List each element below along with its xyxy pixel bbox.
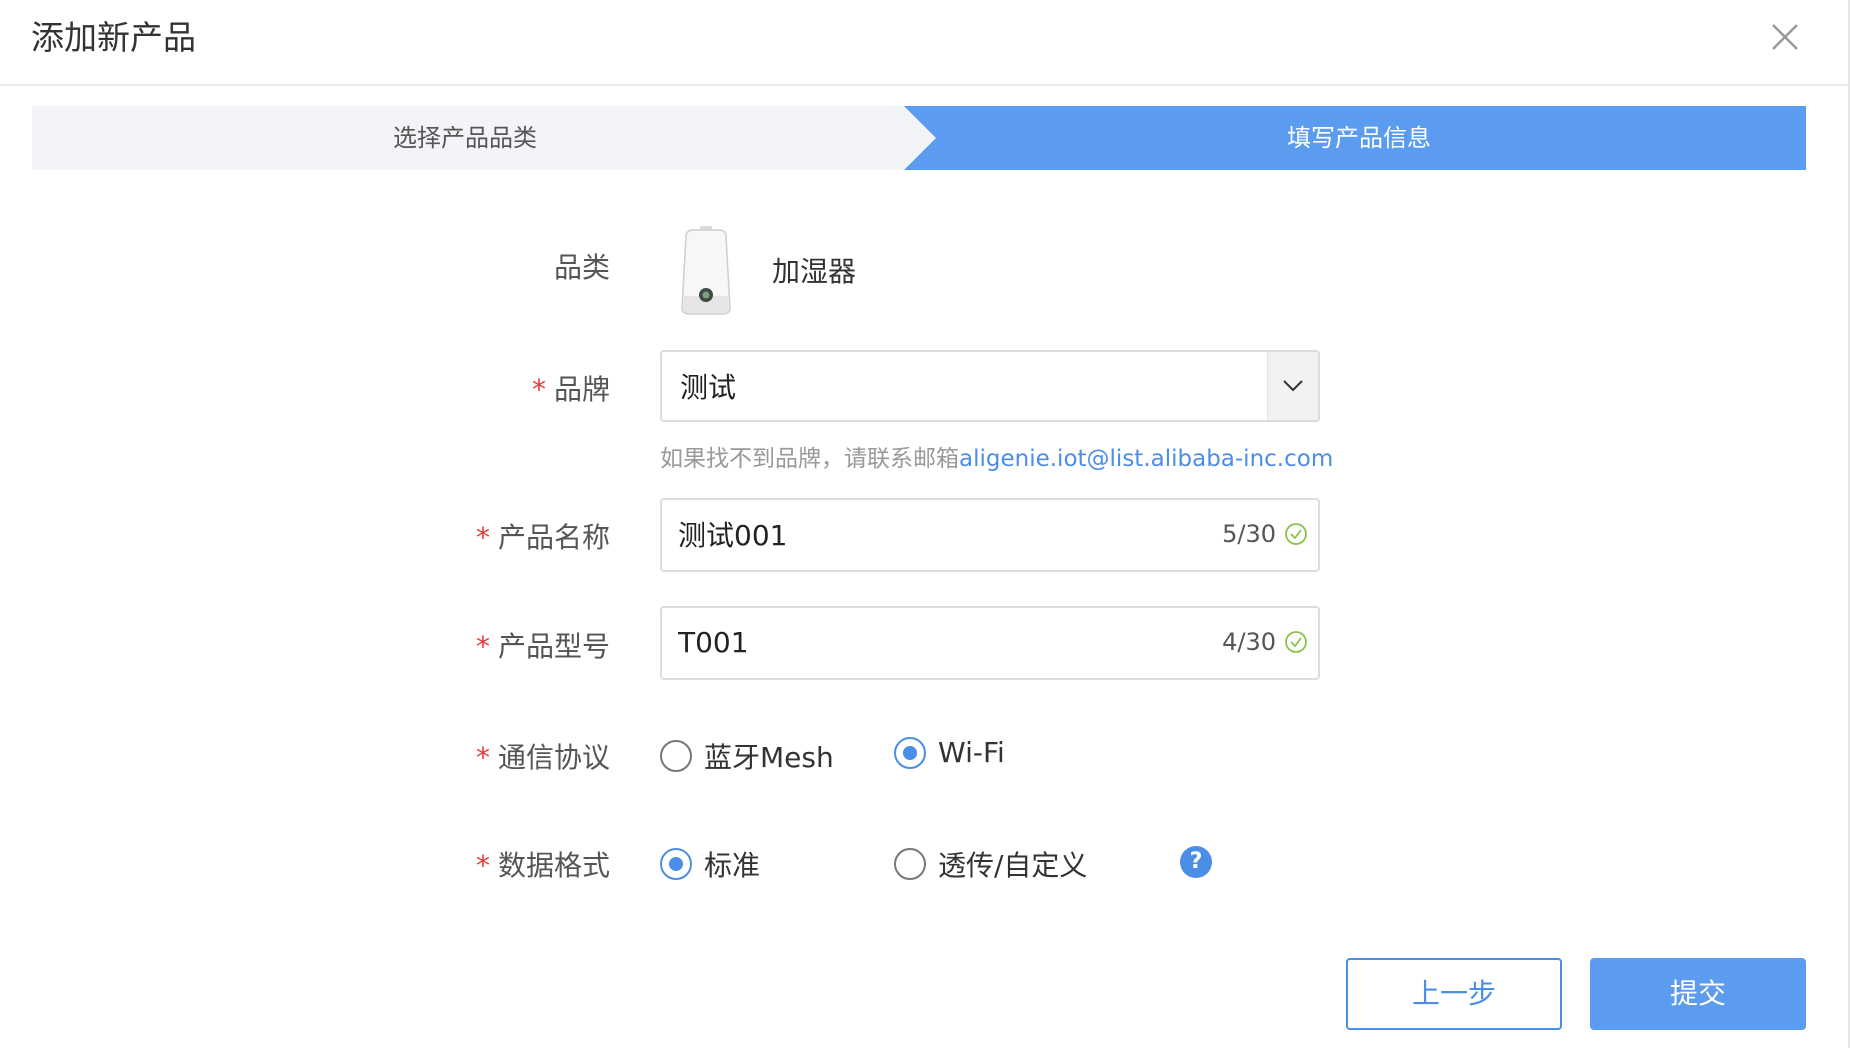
- required-mark: *: [475, 741, 490, 774]
- radio-label: 蓝牙Mesh: [704, 741, 834, 774]
- brand-label-text: 品牌: [553, 373, 610, 406]
- protocol-label-text: 通信协议: [497, 741, 610, 774]
- required-mark: *: [475, 521, 490, 554]
- product-name-label-text: 产品名称: [497, 521, 610, 554]
- product-model-label: * 产品型号: [476, 625, 610, 665]
- product-name-field[interactable]: 5/30: [660, 498, 1320, 572]
- brand-label: * 品牌: [532, 368, 610, 408]
- contact-email-link[interactable]: aligenie.iot@list.alibaba-inc.com: [959, 446, 1333, 472]
- check-circle-icon: [1284, 630, 1308, 654]
- brand-select[interactable]: 测试: [660, 350, 1320, 422]
- close-icon[interactable]: [1770, 22, 1800, 52]
- category-value: 加湿器: [772, 255, 857, 288]
- data-format-label: * 数据格式: [476, 844, 610, 884]
- radio-circle[interactable]: [660, 740, 692, 772]
- brand-hint: 如果找不到品牌，请联系邮箱aligenie.iot@list.alibaba-i…: [660, 439, 1333, 473]
- product-model-field[interactable]: 4/30: [660, 606, 1320, 680]
- required-mark: *: [475, 849, 490, 882]
- check-circle-icon: [1284, 522, 1308, 546]
- step-fill-info: 填写产品信息: [1287, 124, 1431, 152]
- brand-select-value: 测试: [680, 371, 737, 404]
- data-format-label-text: 数据格式: [497, 849, 610, 882]
- brand-hint-text: 如果找不到品牌，请联系邮箱: [660, 446, 959, 472]
- category-label: 品类: [554, 246, 610, 286]
- protocol-label: * 通信协议: [476, 736, 610, 776]
- radio-circle-checked[interactable]: [660, 848, 692, 880]
- product-model-label-text: 产品型号: [497, 630, 610, 663]
- required-mark: *: [531, 373, 546, 406]
- chevron-down-icon[interactable]: [1267, 352, 1318, 420]
- dialog-title: 添加新产品: [31, 18, 196, 57]
- radio-bluetooth-mesh[interactable]: 蓝牙Mesh: [660, 736, 834, 776]
- radio-circle[interactable]: [894, 848, 926, 880]
- question-icon[interactable]: ?: [1180, 846, 1212, 878]
- add-product-dialog: 添加新产品 选择产品品类 填写产品信息 品类 加湿器 * 品牌 测试 如果找不到…: [0, 0, 1850, 1048]
- step-select-category: 选择产品品类: [393, 124, 537, 152]
- radio-label: 透传/自定义: [938, 849, 1088, 882]
- product-name-input[interactable]: [678, 512, 1148, 556]
- humidifier-image: [676, 224, 736, 316]
- radio-passthrough-custom[interactable]: 透传/自定义: [894, 844, 1087, 884]
- radio-circle-checked[interactable]: [894, 736, 926, 769]
- product-model-counter: 4/30: [1222, 628, 1276, 656]
- dialog-header: 添加新产品: [0, 0, 1848, 86]
- radio-label: 标准: [704, 849, 761, 882]
- required-mark: *: [475, 630, 490, 663]
- product-model-input[interactable]: [678, 620, 1148, 664]
- category-label-text: 品类: [553, 251, 610, 284]
- previous-step-button[interactable]: 上一步: [1346, 958, 1562, 1030]
- submit-button[interactable]: 提交: [1590, 958, 1806, 1030]
- radio-standard[interactable]: 标准: [660, 844, 760, 884]
- product-name-counter: 5/30: [1222, 520, 1276, 548]
- product-name-label: * 产品名称: [476, 516, 610, 556]
- step-progress: 选择产品品类 填写产品信息: [32, 106, 1806, 170]
- radio-label: Wi-Fi: [938, 736, 1005, 769]
- radio-wifi[interactable]: Wi-Fi: [894, 736, 1005, 769]
